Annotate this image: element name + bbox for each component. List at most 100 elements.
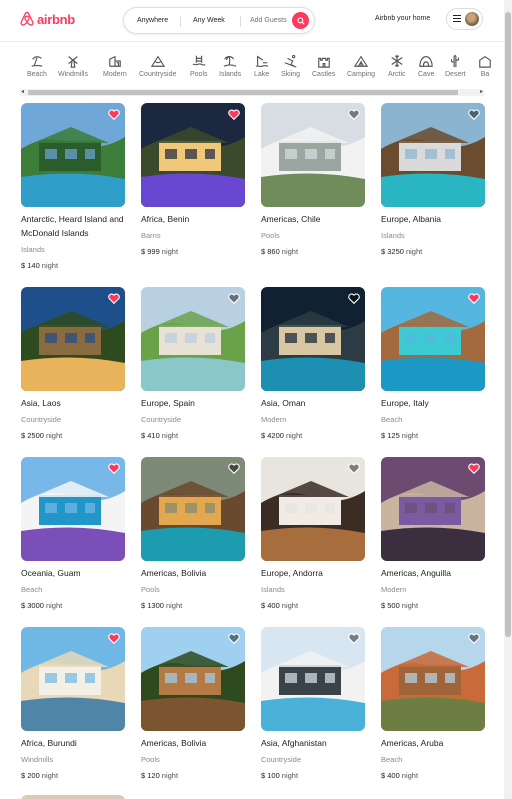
category-camping[interactable]: Camping [347, 54, 375, 78]
listing-title[interactable]: Africa, Benin [141, 212, 245, 226]
listing-title[interactable]: Europe, Albania [381, 212, 485, 226]
heart-outline-icon[interactable] [348, 463, 360, 474]
listing-photo[interactable] [261, 457, 365, 561]
category-label: Desert [445, 71, 466, 78]
listing-category: Beach [21, 585, 43, 594]
listing-card[interactable]: Europe, Spain Countryside $ 410 night [141, 287, 245, 441]
listing-card[interactable]: Antarctic, Heard Island and McDonald Isl… [21, 103, 125, 271]
listing-photo[interactable] [381, 287, 485, 391]
heart-filled-icon[interactable] [108, 463, 120, 474]
heart-outline-icon[interactable] [228, 293, 240, 304]
heart-filled-icon[interactable] [468, 293, 480, 304]
listing-title[interactable]: Americas, Aruba [381, 736, 485, 750]
listing-title[interactable]: Oceania, Guam [21, 566, 125, 580]
search-button[interactable] [292, 12, 309, 29]
category-pools[interactable]: Pools [190, 54, 208, 78]
heart-outline-icon[interactable] [468, 109, 480, 120]
listing-photo[interactable] [21, 103, 125, 207]
listing-title[interactable]: Asia, Oman [261, 396, 365, 410]
category-cave[interactable]: Cave [418, 54, 434, 78]
heart-filled-icon[interactable] [108, 109, 120, 120]
category-windmills[interactable]: Windmills [58, 54, 88, 78]
heart-filled-icon[interactable] [468, 463, 480, 474]
category-scrollbar[interactable]: ◂ ▸ [20, 89, 484, 96]
listing-card[interactable]: Americas, Anguilla Modern $ 500 night [381, 457, 485, 611]
category-beach[interactable]: Beach [27, 54, 47, 78]
listing-title[interactable]: Americas, Bolivia [141, 736, 245, 750]
listing-title[interactable]: Americas, Chile [261, 212, 365, 226]
listing-photo[interactable] [261, 627, 365, 731]
listing-photo[interactable] [381, 627, 485, 731]
beach-icon [31, 56, 43, 67]
listing-card[interactable]: Africa, Benin Barns $ 999 night [141, 103, 245, 257]
listing-price-row: $ 400 night [381, 771, 485, 781]
listing-photo[interactable] [141, 627, 245, 731]
listing-photo[interactable] [21, 627, 125, 731]
search-bar[interactable]: Anywhere Any Week Add Guests [123, 7, 315, 34]
listing-card[interactable]: Americas, Aruba Beach $ 400 night [381, 627, 485, 781]
page-scrollbar[interactable] [504, 0, 512, 799]
heart-outline-icon[interactable] [348, 633, 360, 644]
scroll-left-arrow-icon[interactable]: ◂ [21, 89, 24, 96]
category-scroll-thumb[interactable] [28, 90, 458, 95]
listing-photo[interactable] [21, 457, 125, 561]
listing-card[interactable]: Asia, Oman Modern $ 4200 night [261, 287, 365, 441]
search-add-guests[interactable]: Add Guests [250, 17, 287, 24]
heart-outline-icon[interactable] [228, 633, 240, 644]
listing-title[interactable]: Americas, Bolivia [141, 566, 245, 580]
category-skiing[interactable]: Skiing [281, 54, 300, 78]
avatar [465, 12, 479, 26]
listing-title[interactable]: Europe, Italy [381, 396, 485, 410]
listing-card[interactable]: Americas, Chile Pools $ 860 night [261, 103, 365, 257]
page-scroll-thumb[interactable] [505, 12, 511, 637]
listing-card[interactable]: Asia, Laos Countryside $ 2500 night [21, 287, 125, 441]
category-barns[interactable]: Ba [478, 54, 492, 78]
category-lake[interactable]: Lake [254, 54, 269, 78]
listing-photo[interactable] [381, 103, 485, 207]
listing-price: $ 500 [381, 601, 400, 610]
user-menu-button[interactable] [446, 8, 483, 30]
listing-card[interactable]: Americas, Bolivia Pools $ 1300 night [141, 457, 245, 611]
listing-photo[interactable] [141, 457, 245, 561]
listing-card[interactable]: Africa, Burundi Windmills $ 200 night [21, 627, 125, 781]
heart-outline-icon[interactable] [228, 463, 240, 474]
listing-price-row: $ 200 night [21, 771, 125, 781]
listing-photo[interactable] [21, 287, 125, 391]
category-castles[interactable]: Castles [312, 54, 335, 78]
airbnb-logo[interactable]: airbnb [20, 11, 75, 27]
category-desert[interactable]: Desert [445, 54, 466, 78]
category-modern[interactable]: Modern [103, 54, 127, 78]
heart-outline-icon[interactable] [348, 293, 360, 304]
search-any-week[interactable]: Any Week [193, 17, 225, 24]
listing-photo[interactable] [261, 287, 365, 391]
search-anywhere[interactable]: Anywhere [137, 17, 168, 24]
heart-outline-icon[interactable] [348, 109, 360, 120]
listing-card[interactable]: Europe, Albania Islands $ 3250 night [381, 103, 485, 257]
heart-filled-icon[interactable] [228, 109, 240, 120]
listing-title[interactable]: Americas, Anguilla [381, 566, 485, 580]
listing-title[interactable]: Asia, Afghanistan [261, 736, 365, 750]
scroll-right-arrow-icon[interactable]: ▸ [480, 89, 483, 96]
listing-photo[interactable] [141, 103, 245, 207]
listing-card[interactable]: Oceania, Guam Beach $ 3000 night [21, 457, 125, 611]
listing-card[interactable]: Americas, Bolivia Pools $ 120 night [141, 627, 245, 781]
category-islands[interactable]: Islands [219, 54, 241, 78]
heart-filled-icon[interactable] [108, 633, 120, 644]
listing-card[interactable]: Asia, Afghanistan Countryside $ 100 night [261, 627, 365, 781]
listing-title[interactable]: Africa, Burundi [21, 736, 125, 750]
listing-photo[interactable] [261, 103, 365, 207]
listing-card[interactable]: Europe, Andorra Islands $ 400 night [261, 457, 365, 611]
listing-title[interactable]: Europe, Spain [141, 396, 245, 410]
listing-photo[interactable] [381, 457, 485, 561]
listing-title[interactable]: Europe, Andorra [261, 566, 365, 580]
category-countryside[interactable]: Countryside [139, 54, 176, 78]
skiing-icon [284, 54, 296, 68]
listing-title[interactable]: Asia, Laos [21, 396, 125, 410]
host-link[interactable]: Airbnb your home [375, 15, 430, 22]
listing-title[interactable]: Antarctic, Heard Island and McDonald Isl… [21, 212, 125, 240]
listing-card[interactable]: Europe, Italy Beach $ 125 night [381, 287, 485, 441]
heart-filled-icon[interactable] [108, 293, 120, 304]
listing-photo[interactable] [141, 287, 245, 391]
category-arctic[interactable]: Arctic [388, 54, 406, 78]
heart-outline-icon[interactable] [468, 633, 480, 644]
